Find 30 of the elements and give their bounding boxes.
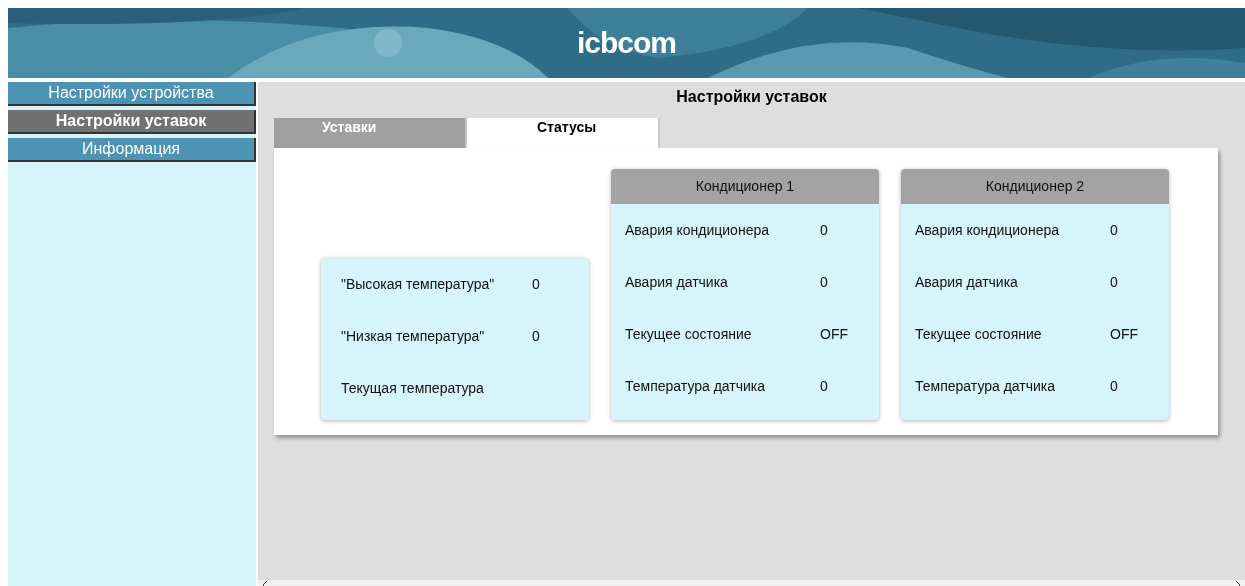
sidebar-item[interactable]: Настройки устройства	[8, 82, 256, 106]
status-label: Авария кондиционера	[915, 222, 1060, 238]
status-label: Авария датчика	[625, 274, 729, 290]
status-value: 0	[820, 378, 828, 394]
status-label: Авария датчика	[915, 274, 1019, 290]
status-label: Текущая температура	[341, 380, 485, 396]
status-label: Текущее состояние	[915, 326, 1043, 342]
card-title: Кондиционер 1	[611, 169, 879, 204]
status-label: Текущее состояние	[625, 326, 753, 342]
sidebar-item[interactable]: Информация	[8, 138, 256, 162]
status-value: 0	[1110, 222, 1118, 238]
status-value: OFF	[1110, 326, 1138, 342]
status-label: Температура датчика	[915, 378, 1057, 394]
page-title: Настройки уставок	[675, 87, 828, 107]
status-value: 0	[532, 276, 540, 292]
sidebar-item[interactable]: Настройки уставок	[8, 110, 256, 134]
status-value: 0	[532, 328, 540, 344]
status-value: 0	[820, 274, 828, 290]
tab[interactable]: Статусы	[467, 118, 660, 148]
status-value: 0	[1110, 274, 1118, 290]
status-label: Температура датчика	[625, 378, 767, 394]
status-label: Авария кондиционера	[625, 222, 770, 238]
status-label: "Низкая температура"	[341, 328, 486, 344]
status-label: "Высокая температура"	[341, 276, 496, 292]
tab[interactable]: Уставки	[274, 118, 467, 148]
card-title: Кондиционер 2	[901, 169, 1169, 204]
status-value: 0	[1110, 378, 1118, 394]
status-value: OFF	[820, 326, 848, 342]
logo: icbcom	[577, 26, 676, 60]
status-value: 0	[820, 222, 828, 238]
